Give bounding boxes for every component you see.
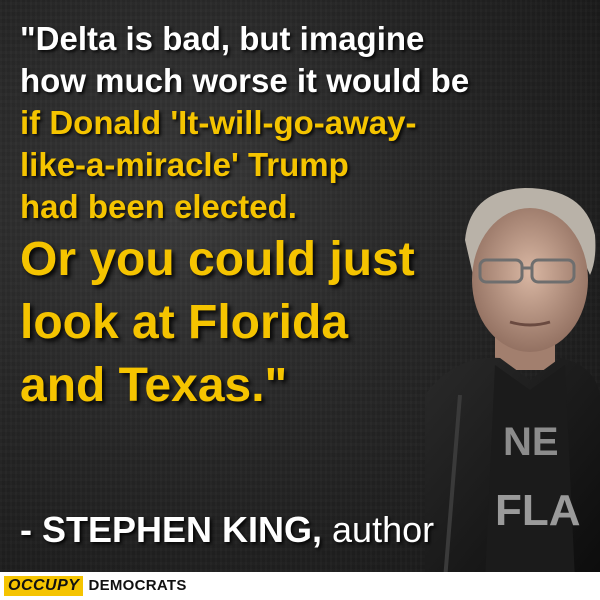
shirt-print-top: NE — [503, 420, 559, 464]
quote-line-2: how much worse it would be — [20, 62, 470, 99]
emphasis-line-2: look at Florida — [20, 296, 349, 349]
quote-card: NE FLA "Delta is bad, but imagine how mu… — [0, 0, 600, 600]
quote-line-4: like-a-miracle' Trump — [20, 146, 349, 183]
attribution-role: author — [322, 509, 435, 550]
emphasis-line-1: Or you could just — [20, 233, 415, 286]
brand-logo-democrats: DEMOCRATS — [88, 577, 187, 594]
quote-line-5: had been elected. — [20, 188, 297, 225]
shirt-print-bottom: FLA — [495, 486, 581, 535]
attribution-name: - STEPHEN KING, — [20, 509, 323, 550]
attribution: - STEPHEN KING, author — [20, 508, 434, 552]
quote-text: "Delta is bad, but imagine how much wors… — [20, 18, 580, 417]
brand-logo-occupy: OCCUPY — [4, 576, 84, 596]
emphasis-line-3: and Texas." — [20, 359, 288, 412]
quote-line-1: "Delta is bad, but imagine — [20, 20, 425, 57]
footer-bar: OCCUPY DEMOCRATS — [0, 572, 600, 600]
quote-line-3: if Donald 'It-will-go-away- — [20, 104, 417, 141]
